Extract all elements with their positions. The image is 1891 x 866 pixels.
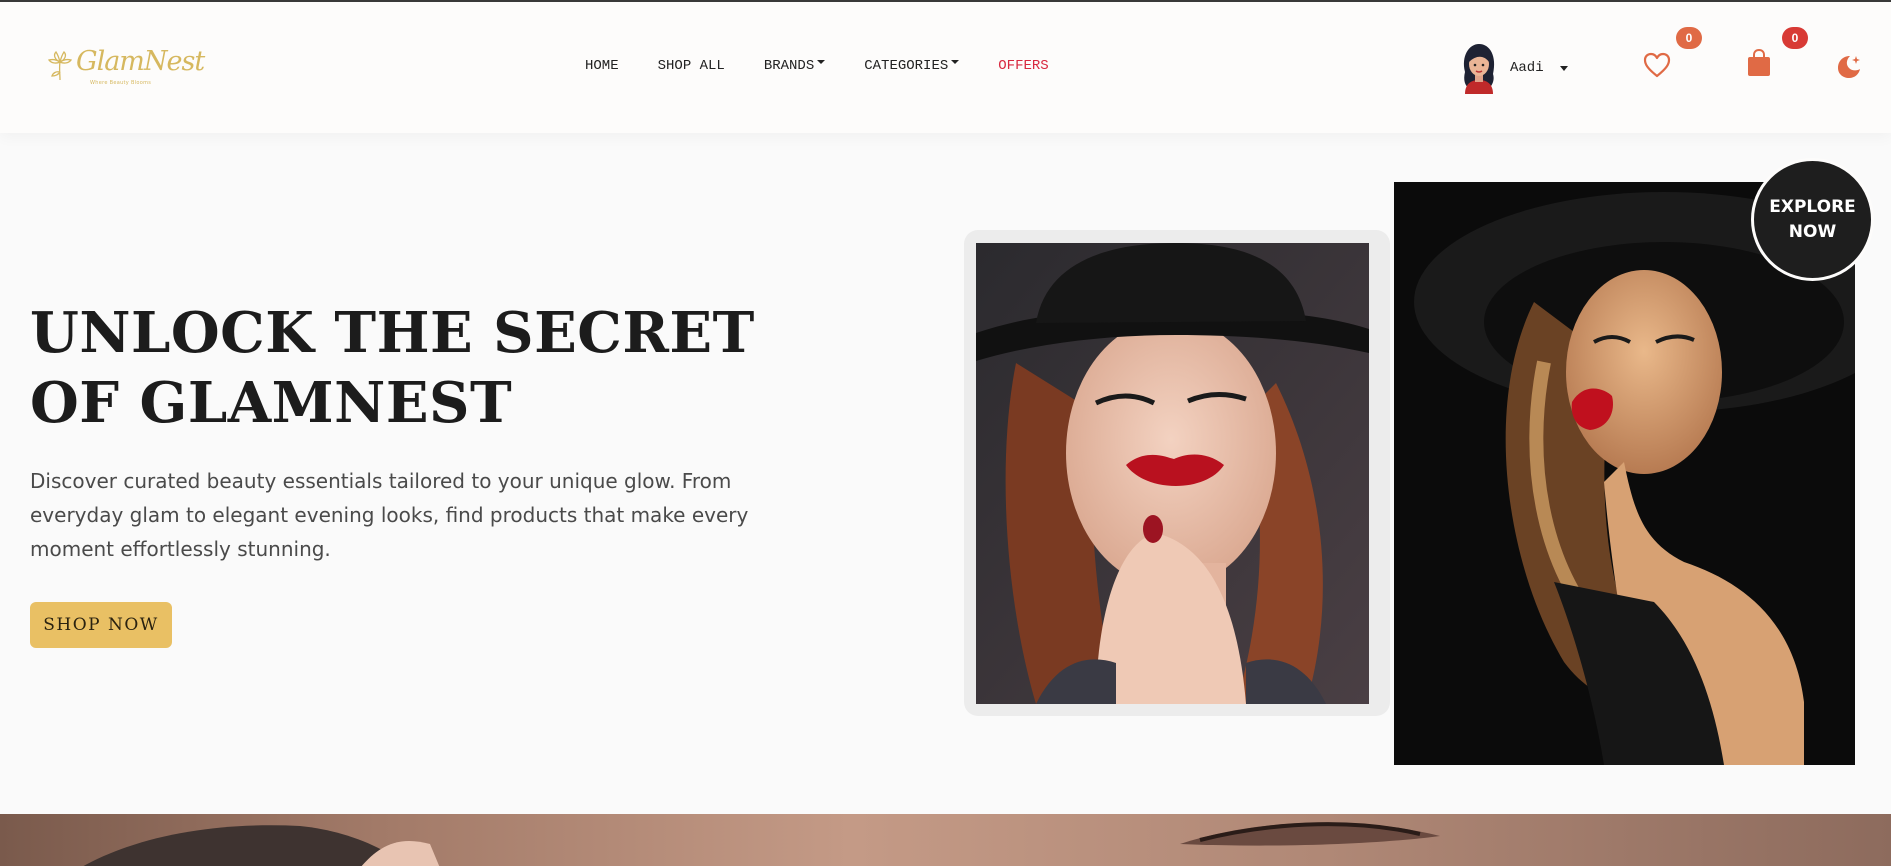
shop-now-button[interactable]: SHOP NOW <box>30 602 172 648</box>
nav-home[interactable]: HOME <box>585 58 619 74</box>
nav-home-label: HOME <box>585 58 619 74</box>
nav-offers[interactable]: OFFERS <box>998 58 1048 74</box>
moon-icon[interactable] <box>1834 52 1862 80</box>
explore-now-button[interactable]: EXPLORE NOW <box>1751 158 1874 281</box>
brand-name: GlamNest <box>76 46 205 77</box>
nav-categories-label: CATEGORIES <box>864 58 949 74</box>
cart-count-badge: 0 <box>1782 27 1808 49</box>
hero-description: Discover curated beauty essentials tailo… <box>30 469 749 561</box>
shopping-bag-icon[interactable] <box>1747 49 1771 77</box>
flower-logo-icon <box>47 50 73 81</box>
site-header: GlamNest Where Beauty Blooms HOME SHOP A… <box>0 2 1891 133</box>
brand-tagline: Where Beauty Blooms <box>90 80 152 86</box>
heart-icon[interactable] <box>1643 52 1671 78</box>
nav-categories[interactable]: CATEGORIES <box>864 58 960 74</box>
nav-brands-label: BRANDS <box>763 58 815 74</box>
logo-text: GlamNest Where Beauty Blooms <box>76 46 205 90</box>
user-name: Aadi <box>1510 60 1544 76</box>
hero-model-image-1 <box>976 243 1369 704</box>
nav-shop-all[interactable]: SHOP ALL <box>658 58 725 74</box>
next-section-banner <box>0 814 1891 866</box>
nav-offers-label: OFFERS <box>998 58 1049 74</box>
user-menu[interactable]: Aadi <box>1459 42 1568 94</box>
avatar <box>1463 44 1495 94</box>
main-nav: HOME SHOP ALL BRANDS CATEGORIES OFFERS <box>585 58 1049 74</box>
hero-title: UNLOCK THE SECRET OF GLAMNEST <box>30 300 755 436</box>
caret-down-icon <box>951 60 960 64</box>
nav-shop-all-label: SHOP ALL <box>657 58 725 74</box>
caret-down-icon <box>1559 65 1568 71</box>
explore-line-2: NOW <box>1788 221 1837 242</box>
brand-logo[interactable]: GlamNest Where Beauty Blooms <box>46 46 205 90</box>
explore-line-1: EXPLORE <box>1769 196 1856 217</box>
wishlist-count-badge: 0 <box>1676 27 1702 49</box>
nav-brands[interactable]: BRANDS <box>763 58 826 74</box>
caret-down-icon <box>817 60 826 64</box>
